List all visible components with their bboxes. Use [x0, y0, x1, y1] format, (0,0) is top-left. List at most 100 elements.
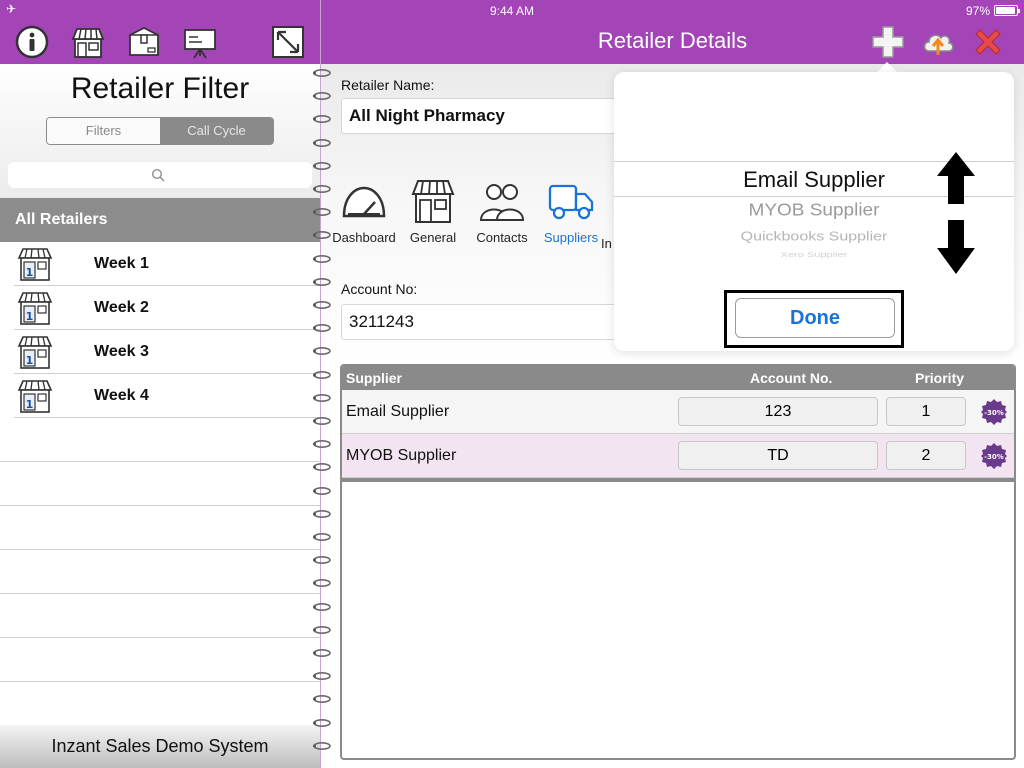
- spiral-ring: [313, 463, 331, 472]
- spiral-ring: [313, 579, 331, 588]
- header-priority: Priority: [915, 370, 965, 386]
- header-supplier: Supplier: [346, 370, 403, 386]
- discount-badge-icon[interactable]: -30%: [980, 398, 1008, 426]
- all-retailers-header[interactable]: All Retailers: [0, 198, 320, 242]
- add-icon[interactable]: [870, 24, 906, 60]
- tab-suppliers[interactable]: Suppliers: [535, 178, 607, 245]
- spiral-ring: [313, 695, 331, 704]
- week-label: Week 2: [94, 299, 149, 316]
- filter-title: Retailer Filter: [70, 72, 250, 105]
- spiral-ring: [313, 92, 331, 101]
- spiral-ring: [313, 324, 331, 333]
- spiral-ring: [313, 184, 331, 194]
- spiral-ring: [313, 440, 331, 449]
- supplier-table: Supplier Account No. Priority Email Supp…: [340, 364, 1016, 760]
- table-row[interactable]: MYOB Supplier TD 2 -30%: [342, 434, 1014, 478]
- presentation-icon[interactable]: [182, 24, 218, 60]
- list-separator: [0, 505, 320, 506]
- week-row[interactable]: 1 Week 4: [14, 374, 320, 418]
- retailer-filter-pane: Retailer Filter Filters Call Cycle All R…: [0, 64, 320, 768]
- store-calendar-icon: 1: [17, 248, 53, 281]
- tab-label: Contacts: [476, 230, 528, 245]
- supplier-priority-field[interactable]: 1: [886, 397, 966, 426]
- list-separator: [0, 461, 320, 462]
- close-icon[interactable]: [970, 24, 1006, 60]
- tab-dashboard[interactable]: Dashboard: [328, 178, 400, 245]
- week-row[interactable]: 1 Week 3: [14, 330, 320, 374]
- spiral-ring: [313, 393, 331, 402]
- list-separator: [0, 681, 320, 682]
- store-icon[interactable]: [70, 24, 106, 60]
- store-calendar-icon: 1: [17, 380, 53, 413]
- spiral-ring: [313, 115, 331, 124]
- week-label: Week 1: [94, 255, 149, 272]
- spiral-ring: [313, 602, 331, 611]
- cloud-upload-icon[interactable]: [920, 24, 956, 60]
- battery-icon: [994, 5, 1020, 16]
- spiral-ring: [313, 277, 331, 286]
- list-separator: [0, 549, 320, 550]
- supplier-name: Email Supplier: [346, 403, 450, 420]
- contacts-icon: [479, 184, 525, 221]
- week-row[interactable]: 1 Week 1: [14, 242, 320, 286]
- svg-text:1: 1: [26, 398, 34, 411]
- week-row[interactable]: 1 Week 2: [14, 286, 320, 330]
- segment-filters[interactable]: Filters: [47, 118, 160, 144]
- retailer-name-label: Retailer Name:: [341, 77, 435, 93]
- svg-text:1: 1: [26, 310, 34, 323]
- list-separator: [0, 593, 320, 594]
- done-highlight-frame: Done: [724, 290, 904, 348]
- week-label: Week 3: [94, 343, 149, 360]
- expand-icon[interactable]: [270, 24, 306, 60]
- truck-icon: [548, 184, 594, 220]
- system-footer: Inzant Sales Demo System: [0, 725, 320, 768]
- filter-header: Retailer Filter Filters Call Cycle: [0, 64, 320, 198]
- account-no-label: Account No:: [341, 281, 418, 297]
- spiral-ring: [313, 300, 331, 310]
- account-no-field[interactable]: 3211243: [341, 304, 641, 340]
- tab-contacts[interactable]: Contacts: [466, 178, 538, 245]
- tab-inventory[interactable]: In: [601, 178, 615, 251]
- spiral-ring: [313, 416, 331, 426]
- box-icon[interactable]: [126, 24, 162, 60]
- supplier-picker-popover: Email Supplier MYOB Supplier Quickbooks …: [614, 72, 1014, 351]
- discount-badge-text: -30%: [984, 409, 1004, 417]
- tab-label: General: [409, 230, 457, 245]
- store-calendar-icon: 1: [17, 336, 53, 369]
- spiral-ring: [313, 556, 331, 565]
- search-icon: [151, 168, 165, 182]
- spiral-ring: [313, 532, 331, 542]
- tab-label: Dashboard: [332, 230, 396, 245]
- table-row[interactable]: Email Supplier 123 1 -30%: [342, 390, 1014, 434]
- status-bar: ✈ 9:44 AM 97%: [0, 0, 1024, 20]
- spiral-ring: [313, 68, 331, 78]
- table-separator: [342, 478, 1014, 482]
- spiral-ring: [313, 231, 331, 240]
- spiral-ring: [313, 138, 331, 147]
- store-icon: [411, 180, 455, 223]
- supplier-account-field[interactable]: TD: [678, 441, 878, 470]
- filter-segmented-control: Filters Call Cycle: [46, 117, 274, 145]
- supplier-priority-field[interactable]: 2: [886, 441, 966, 470]
- table-header: Supplier Account No. Priority: [342, 366, 1014, 390]
- arrow-down-icon: [937, 220, 975, 274]
- week-label: Week 4: [94, 387, 149, 404]
- tab-general[interactable]: General: [397, 178, 469, 245]
- spiral-ring: [313, 208, 331, 217]
- spiral-ring: [313, 625, 331, 634]
- battery-percent: 97%: [965, 4, 990, 18]
- discount-badge-text: -30%: [984, 453, 1004, 461]
- search-input[interactable]: [8, 162, 312, 188]
- spiral-ring: [313, 161, 331, 170]
- spiral-ring: [313, 486, 331, 495]
- done-button[interactable]: Done: [735, 298, 895, 338]
- spiral-ring: [313, 718, 331, 727]
- supplier-account-field[interactable]: 123: [678, 397, 878, 426]
- retailer-name-field[interactable]: All Night Pharmacy: [341, 98, 641, 134]
- gauge-icon: [342, 186, 386, 218]
- discount-badge-icon[interactable]: -30%: [980, 442, 1008, 470]
- segment-call-cycle[interactable]: Call Cycle: [160, 118, 273, 144]
- info-icon[interactable]: [14, 24, 50, 60]
- list-separator: [0, 637, 320, 638]
- spiral-ring: [313, 370, 331, 379]
